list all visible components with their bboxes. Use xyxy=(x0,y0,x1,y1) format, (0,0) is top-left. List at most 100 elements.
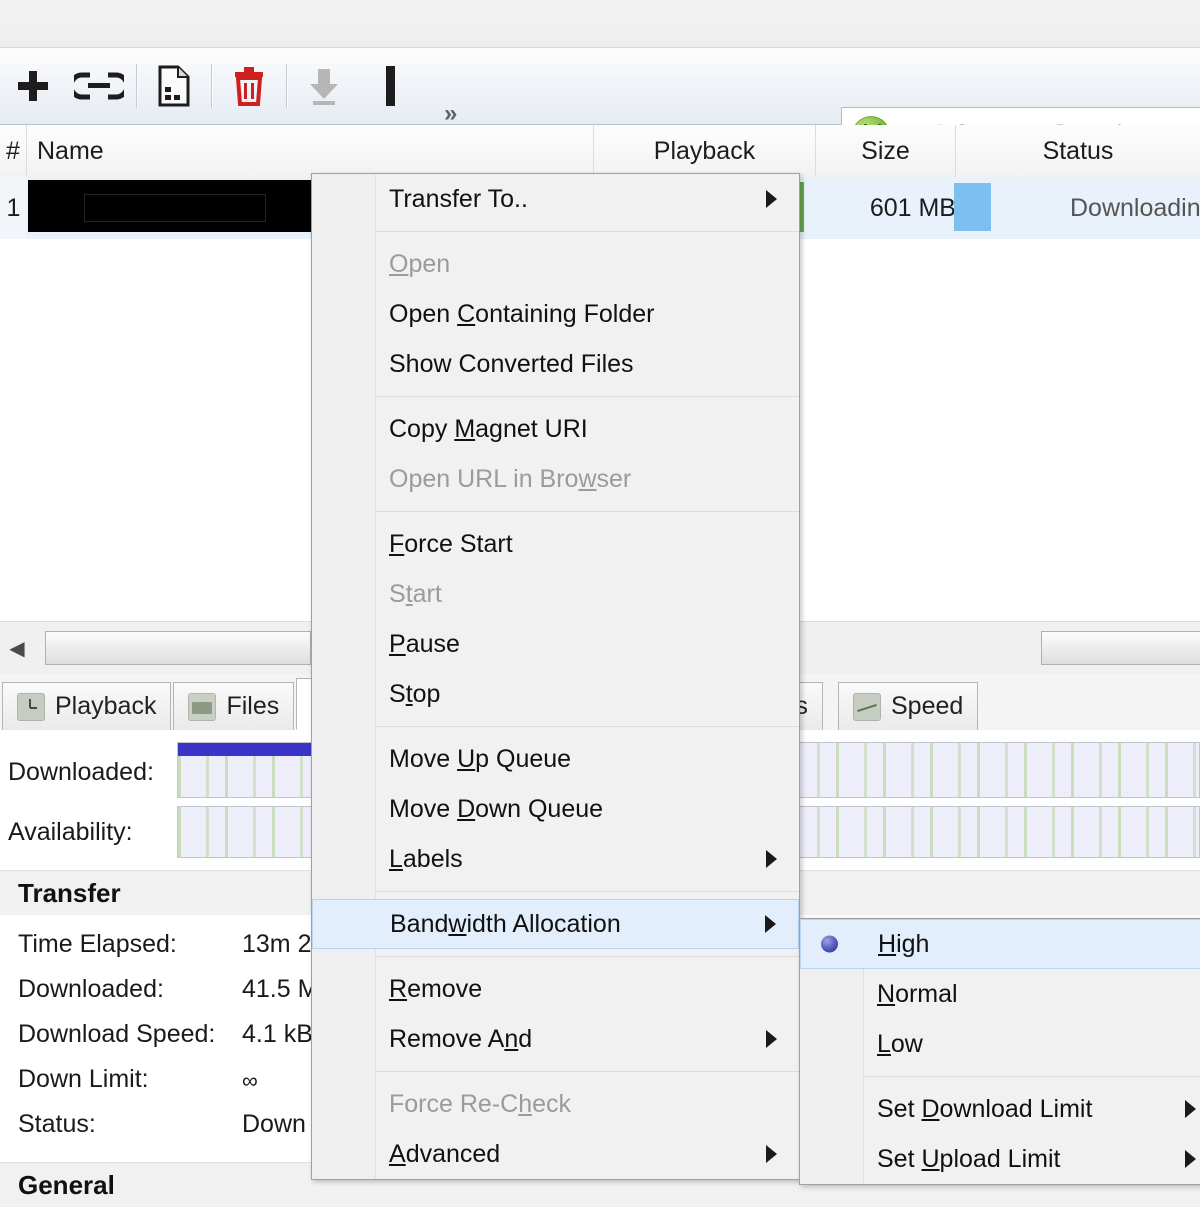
chevron-right-icon xyxy=(766,850,777,868)
menu-item-labels[interactable]: Labels xyxy=(312,834,799,884)
menu-item-label: Advanced xyxy=(389,1139,501,1168)
chevron-right-icon xyxy=(1185,1150,1196,1168)
chevron-right-icon xyxy=(766,1030,777,1048)
menu-item-label: Stop xyxy=(389,679,441,708)
clock-icon xyxy=(17,692,45,721)
status-value: Down xyxy=(242,1110,306,1138)
bandwidth-item-set-upload-limit[interactable]: Set Upload Limit xyxy=(800,1134,1200,1184)
column-header-number[interactable]: # xyxy=(0,125,27,177)
bandwidth-item-label: Set Upload Limit xyxy=(877,1144,1061,1173)
menu-item-label: Force Start xyxy=(389,529,513,558)
bandwidth-allocation-submenu[interactable]: High Normal Low Set Download Limit Set Uploa… xyxy=(799,918,1200,1185)
menu-separator xyxy=(375,726,799,727)
row-index: 1 xyxy=(0,177,27,239)
menu-item-transfer-to[interactable]: Transfer To.. xyxy=(312,174,799,224)
bandwidth-item-label: Set Download Limit xyxy=(877,1094,1093,1123)
general-heading: General xyxy=(18,1170,115,1200)
menu-separator xyxy=(375,231,799,232)
graph-icon xyxy=(853,692,881,721)
add-torrent-from-url-button[interactable] xyxy=(66,55,132,117)
pause-bar-icon xyxy=(386,66,395,106)
plus-icon xyxy=(18,71,48,101)
column-header-status[interactable]: Status xyxy=(956,125,1200,177)
download-speed-value: 4.1 kB xyxy=(242,1020,313,1048)
chevron-right-icon xyxy=(766,190,777,208)
scrollbar-thumb-right[interactable] xyxy=(1041,631,1200,665)
torrent-list-header: # Name Playback Size Status xyxy=(0,125,1200,178)
menu-item-move-up-queue[interactable]: Move Up Queue xyxy=(312,734,799,784)
download-speed-label: Download Speed: xyxy=(18,1020,216,1048)
status-label: Status: xyxy=(18,1110,96,1138)
remove-torrent-button[interactable] xyxy=(216,55,282,117)
folder-icon xyxy=(188,692,217,721)
chevron-right-icon xyxy=(766,1145,777,1163)
down-limit-value: ∞ xyxy=(242,1068,258,1093)
tab-speed-label: Speed xyxy=(891,692,964,720)
start-torrent-button[interactable] xyxy=(291,55,357,117)
scrollbar-thumb[interactable] xyxy=(45,631,311,665)
bandwidth-item-label: Normal xyxy=(877,979,958,1008)
bandwidth-item-low[interactable]: Low xyxy=(800,1019,1200,1069)
menu-item-advanced[interactable]: Advanced xyxy=(312,1129,799,1179)
main-toolbar: » Take our survey Infospace Search xyxy=(0,48,1200,162)
time-elapsed-value: 13m 2 xyxy=(242,930,312,958)
submenu-separator xyxy=(863,1076,1200,1077)
menu-item-open: Open xyxy=(312,239,799,289)
document-icon xyxy=(158,65,190,107)
menu-item-open-containing-folder[interactable]: Open Containing Folder xyxy=(312,289,799,339)
menu-item-label: Move Down Queue xyxy=(389,794,604,823)
tab-files[interactable]: Files xyxy=(173,682,295,730)
menu-item-remove-and[interactable]: Remove And xyxy=(312,1014,799,1064)
menu-item-label: Remove And xyxy=(389,1024,533,1053)
menu-item-copy-magnet-uri[interactable]: Copy Magnet URI xyxy=(312,404,799,454)
column-header-size[interactable]: Size xyxy=(816,125,956,177)
utorrent-window: » Take our survey Infospace Search # Nam… xyxy=(0,0,1200,1207)
menu-separator xyxy=(375,511,799,512)
pause-torrent-button[interactable] xyxy=(357,55,423,117)
menu-item-force-start[interactable]: Force Start xyxy=(312,519,799,569)
menu-item-label: Labels xyxy=(389,844,463,873)
availability-label: Availability: xyxy=(8,818,133,846)
menu-item-label: Bandwidth Allocation xyxy=(390,909,621,938)
menu-item-pause[interactable]: Pause xyxy=(312,619,799,669)
add-torrent-button[interactable] xyxy=(0,55,66,117)
menu-item-label: Pause xyxy=(389,629,460,658)
create-new-torrent-button[interactable] xyxy=(141,55,207,117)
tab-playback[interactable]: Playback xyxy=(2,682,172,730)
toolbar-separator xyxy=(136,64,137,108)
tab-files-label: Files xyxy=(226,692,280,720)
column-header-name[interactable]: Name xyxy=(27,125,594,177)
bandwidth-item-label: High xyxy=(878,929,930,958)
menu-separator xyxy=(375,1071,799,1072)
trash-icon xyxy=(235,67,263,106)
menu-item-label: Copy Magnet URI xyxy=(389,414,588,443)
time-elapsed-label: Time Elapsed: xyxy=(18,930,177,958)
menu-item-label: Open URL in Browser xyxy=(389,464,632,493)
menu-separator xyxy=(375,956,799,957)
menu-item-label: Open Containing Folder xyxy=(389,299,655,328)
bandwidth-item-normal[interactable]: Normal xyxy=(800,969,1200,1019)
bandwidth-item-set-download-limit[interactable]: Set Download Limit xyxy=(800,1084,1200,1134)
bandwidth-item-label: Low xyxy=(877,1029,923,1058)
menu-item-label: Force Re-Check xyxy=(389,1089,571,1118)
toolbar-overflow-icon[interactable]: » xyxy=(444,102,458,126)
menu-item-open-url-in-browser: Open URL in Browser xyxy=(312,454,799,504)
torrent-name-redacted xyxy=(28,180,320,232)
bandwidth-item-high[interactable]: High xyxy=(800,919,1200,969)
toolbar-separator xyxy=(286,64,287,108)
menu-item-label: Move Up Queue xyxy=(389,744,572,773)
menu-item-remove[interactable]: Remove xyxy=(312,964,799,1014)
transfer-heading: Transfer xyxy=(18,878,121,908)
column-header-playback[interactable]: Playback xyxy=(594,125,816,177)
menu-separator xyxy=(375,396,799,397)
menu-item-label: Show Converted Files xyxy=(389,349,634,378)
scroll-left-arrow-icon[interactable]: ◀ xyxy=(0,622,34,674)
chevron-right-icon xyxy=(765,915,776,933)
context-menu[interactable]: Transfer To.. Open Open Containing Folder S… xyxy=(311,173,800,1180)
menu-item-stop[interactable]: Stop xyxy=(312,669,799,719)
menu-item-show-converted-files[interactable]: Show Converted Files xyxy=(312,339,799,389)
menu-item-bandwidth-allocation[interactable]: Bandwidth Allocation xyxy=(312,899,799,949)
menu-item-move-down-queue[interactable]: Move Down Queue xyxy=(312,784,799,834)
downloaded-label: Downloaded: xyxy=(8,758,154,786)
tab-speed[interactable]: Speed xyxy=(838,682,979,730)
